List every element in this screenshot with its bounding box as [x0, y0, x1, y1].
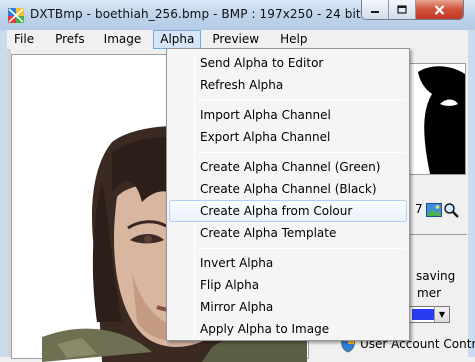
alpha-thumbnail [410, 64, 465, 174]
menu-item-export-alpha-channel[interactable]: Export Alpha Channel [169, 126, 407, 148]
close-icon [434, 4, 445, 15]
close-button[interactable] [416, 0, 463, 19]
menu-separator [197, 152, 405, 153]
menu-separator [197, 100, 405, 101]
menu-item-create-alpha-template[interactable]: Create Alpha Template [169, 222, 407, 244]
menu-preview[interactable]: Preview [201, 30, 266, 49]
menu-separator [197, 248, 405, 249]
chevron-down-icon[interactable]: ▼ [434, 307, 449, 322]
menu-item-send-alpha-to-editor[interactable]: Send Alpha to Editor [169, 52, 407, 74]
color-select[interactable]: ▼ [409, 306, 450, 323]
minimize-icon [371, 10, 379, 13]
menu-image[interactable]: Image [92, 30, 149, 49]
window-title: DXTBmp - boethiah_256.bmp - BMP : 197x25… [30, 7, 414, 21]
menu-item-invert-alpha[interactable]: Invert Alpha [169, 252, 407, 274]
saving-option-label: saving [416, 269, 456, 283]
app-icon[interactable] [7, 6, 25, 24]
magnifier-icon[interactable] [443, 202, 459, 218]
menu-bar: File Prefs Image Alpha Preview Help [7, 30, 468, 49]
minimize-button[interactable] [362, 0, 389, 19]
menu-alpha[interactable]: Alpha [153, 30, 202, 49]
partial-number: 7 [415, 202, 423, 216]
tool-icons: 7 [415, 202, 459, 218]
menu-item-create-alpha-green[interactable]: Create Alpha Channel (Green) [169, 156, 407, 178]
menu-help[interactable]: Help [266, 30, 314, 49]
caption-buttons [361, 0, 464, 20]
title-bar[interactable]: DXTBmp - boethiah_256.bmp - BMP : 197x25… [0, 0, 475, 30]
menu-file[interactable]: File [7, 30, 41, 49]
maximize-button[interactable] [389, 0, 416, 19]
app-window: DXTBmp - boethiah_256.bmp - BMP : 197x25… [0, 0, 475, 362]
image-icon[interactable] [425, 202, 442, 218]
alpha-preview[interactable] [409, 63, 466, 175]
menu-item-create-alpha-black[interactable]: Create Alpha Channel (Black) [169, 178, 407, 200]
maximize-icon [397, 5, 407, 14]
menu-item-create-alpha-from-colour[interactable]: Create Alpha from Colour [169, 200, 407, 222]
menu-item-apply-alpha-to-image[interactable]: Apply Alpha to Image [169, 318, 407, 340]
alpha-dropdown-menu: Send Alpha to Editor Refresh Alpha Impor… [166, 48, 410, 341]
color-swatch [412, 309, 434, 320]
mer-option-label: mer [417, 286, 442, 300]
menu-item-refresh-alpha[interactable]: Refresh Alpha [169, 74, 407, 96]
menu-item-mirror-alpha[interactable]: Mirror Alpha [169, 296, 407, 318]
menu-prefs[interactable]: Prefs [41, 30, 92, 49]
menu-item-flip-alpha[interactable]: Flip Alpha [169, 274, 407, 296]
menu-item-import-alpha-channel[interactable]: Import Alpha Channel [169, 104, 407, 126]
